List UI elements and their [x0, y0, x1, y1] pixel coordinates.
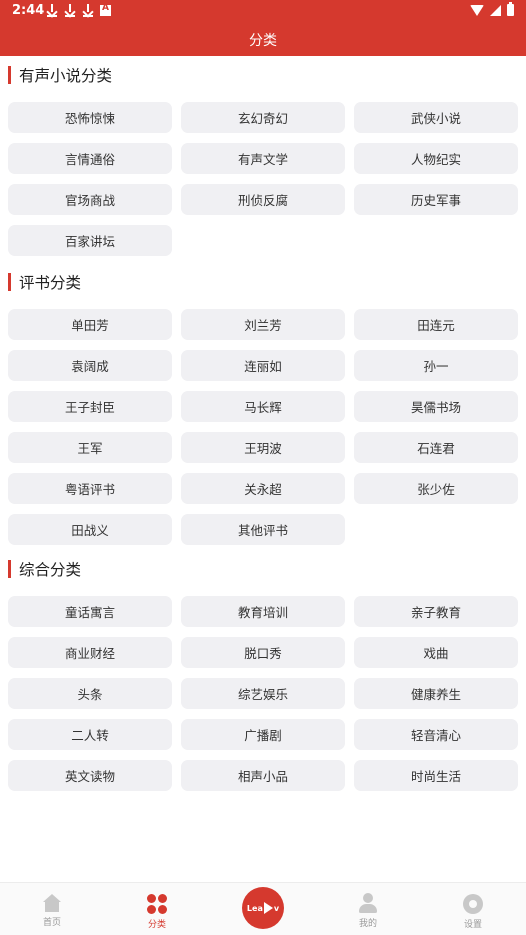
download-icon	[46, 3, 58, 17]
category-chip[interactable]: 健康养生	[354, 678, 518, 709]
category-chip[interactable]: 王军	[8, 432, 172, 463]
category-chip[interactable]: 孙一	[354, 350, 518, 381]
category-chip[interactable]: 武侠小说	[354, 102, 518, 133]
gear-icon	[463, 894, 483, 914]
section-header-pingshu: 评书分类	[8, 272, 81, 292]
nav-label: 设置	[463, 920, 482, 930]
category-chip[interactable]: 张少佐	[354, 473, 518, 504]
category-chip[interactable]: 刘兰芳	[181, 309, 345, 340]
category-chip[interactable]: 童话寓言	[8, 596, 172, 627]
category-chip[interactable]: 王玥波	[181, 432, 345, 463]
category-chip[interactable]: 相声小品	[181, 760, 345, 791]
app-notification-icon	[100, 3, 111, 16]
section-header-audio-novels: 有声小说分类	[8, 65, 112, 85]
top-bar: 2:44 分类	[0, 0, 526, 56]
bottom-nav: 首页 分类 Lea v 我的 设置	[0, 882, 526, 935]
category-chip[interactable]: 恐怖惊悚	[8, 102, 172, 133]
category-chip[interactable]: 亲子教育	[354, 596, 518, 627]
status-time: 2:44	[12, 3, 45, 18]
category-chip[interactable]: 昊儒书场	[354, 391, 518, 422]
category-chip[interactable]: 时尚生活	[354, 760, 518, 791]
nav-label: 首页	[42, 918, 61, 928]
section-accent-bar	[8, 560, 11, 578]
nav-label: 分类	[147, 920, 166, 930]
category-chip[interactable]: 石连君	[354, 432, 518, 463]
category-chip[interactable]: 综艺娱乐	[181, 678, 345, 709]
section-title: 评书分类	[19, 274, 82, 292]
category-chip[interactable]: 言情通俗	[8, 143, 172, 174]
category-grid-general: 童话寓言 教育培训 亲子教育 商业财经 脱口秀 戏曲 头条 综艺娱乐 健康养生 …	[8, 596, 518, 791]
category-chip[interactable]: 其他评书	[181, 514, 345, 545]
category-chip[interactable]: 戏曲	[354, 637, 518, 668]
battery-icon	[507, 2, 514, 16]
download-icon	[64, 3, 76, 17]
logo-text-suffix: v	[273, 903, 280, 913]
download-icon	[82, 3, 94, 17]
category-chip[interactable]: 头条	[8, 678, 172, 709]
category-chip[interactable]: 脱口秀	[181, 637, 345, 668]
category-chip[interactable]: 连丽如	[181, 350, 345, 381]
category-chip[interactable]: 田连元	[354, 309, 518, 340]
category-chip[interactable]: 粤语评书	[8, 473, 172, 504]
center-logo-button[interactable]: Lea v	[242, 887, 284, 929]
category-chip[interactable]: 历史军事	[354, 184, 518, 215]
status-notifications	[46, 3, 111, 17]
category-grid-icon	[147, 894, 167, 914]
category-chip[interactable]: 马长辉	[181, 391, 345, 422]
category-chip[interactable]: 刑侦反腐	[181, 184, 345, 215]
category-chip[interactable]: 英文读物	[8, 760, 172, 791]
nav-label: 我的	[358, 919, 377, 929]
category-chip[interactable]: 教育培训	[181, 596, 345, 627]
nav-item-home[interactable]: 首页	[22, 883, 82, 935]
category-chip[interactable]: 广播剧	[181, 719, 345, 750]
category-chip[interactable]: 关永超	[181, 473, 345, 504]
app-screen: 2:44 分类 有声小说分类 恐怖惊悚 玄幻奇幻 武侠小说 言情通俗	[0, 0, 526, 935]
category-chip[interactable]: 有声文学	[181, 143, 345, 174]
nav-item-mine[interactable]: 我的	[338, 883, 398, 935]
section-title: 综合分类	[19, 561, 82, 579]
category-chip[interactable]: 玄幻奇幻	[181, 102, 345, 133]
category-chip[interactable]: 王子封臣	[8, 391, 172, 422]
category-chip[interactable]: 二人转	[8, 719, 172, 750]
nav-item-settings[interactable]: 设置	[443, 883, 503, 935]
page-title: 分类	[249, 33, 277, 49]
category-chip[interactable]: 轻音清心	[354, 719, 518, 750]
category-chip[interactable]: 袁阔成	[8, 350, 172, 381]
category-grid-audio-novels: 恐怖惊悚 玄幻奇幻 武侠小说 言情通俗 有声文学 人物纪实 官场商战 刑侦反腐 …	[8, 102, 518, 256]
category-chip[interactable]: 人物纪实	[354, 143, 518, 174]
user-icon	[358, 893, 378, 913]
section-accent-bar	[8, 273, 11, 291]
section-header-general: 综合分类	[8, 559, 81, 579]
nav-item-category[interactable]: 分类	[127, 883, 187, 935]
wifi-icon	[470, 4, 484, 16]
section-title: 有声小说分类	[19, 67, 113, 85]
category-grid-pingshu: 单田芳 刘兰芳 田连元 袁阔成 连丽如 孙一 王子封臣 马长辉 昊儒书场 王军 …	[8, 309, 518, 545]
category-chip[interactable]: 百家讲坛	[8, 225, 172, 256]
category-chip[interactable]: 商业财经	[8, 637, 172, 668]
category-chip[interactable]: 田战义	[8, 514, 172, 545]
home-icon	[42, 894, 62, 912]
status-system-icons	[470, 2, 514, 16]
section-accent-bar	[8, 66, 11, 84]
category-chip[interactable]: 单田芳	[8, 309, 172, 340]
category-chip[interactable]: 官场商战	[8, 184, 172, 215]
status-bar: 2:44	[0, 0, 526, 22]
signal-icon	[490, 4, 501, 16]
logo-text: Lea	[246, 903, 263, 913]
play-icon	[263, 902, 273, 914]
